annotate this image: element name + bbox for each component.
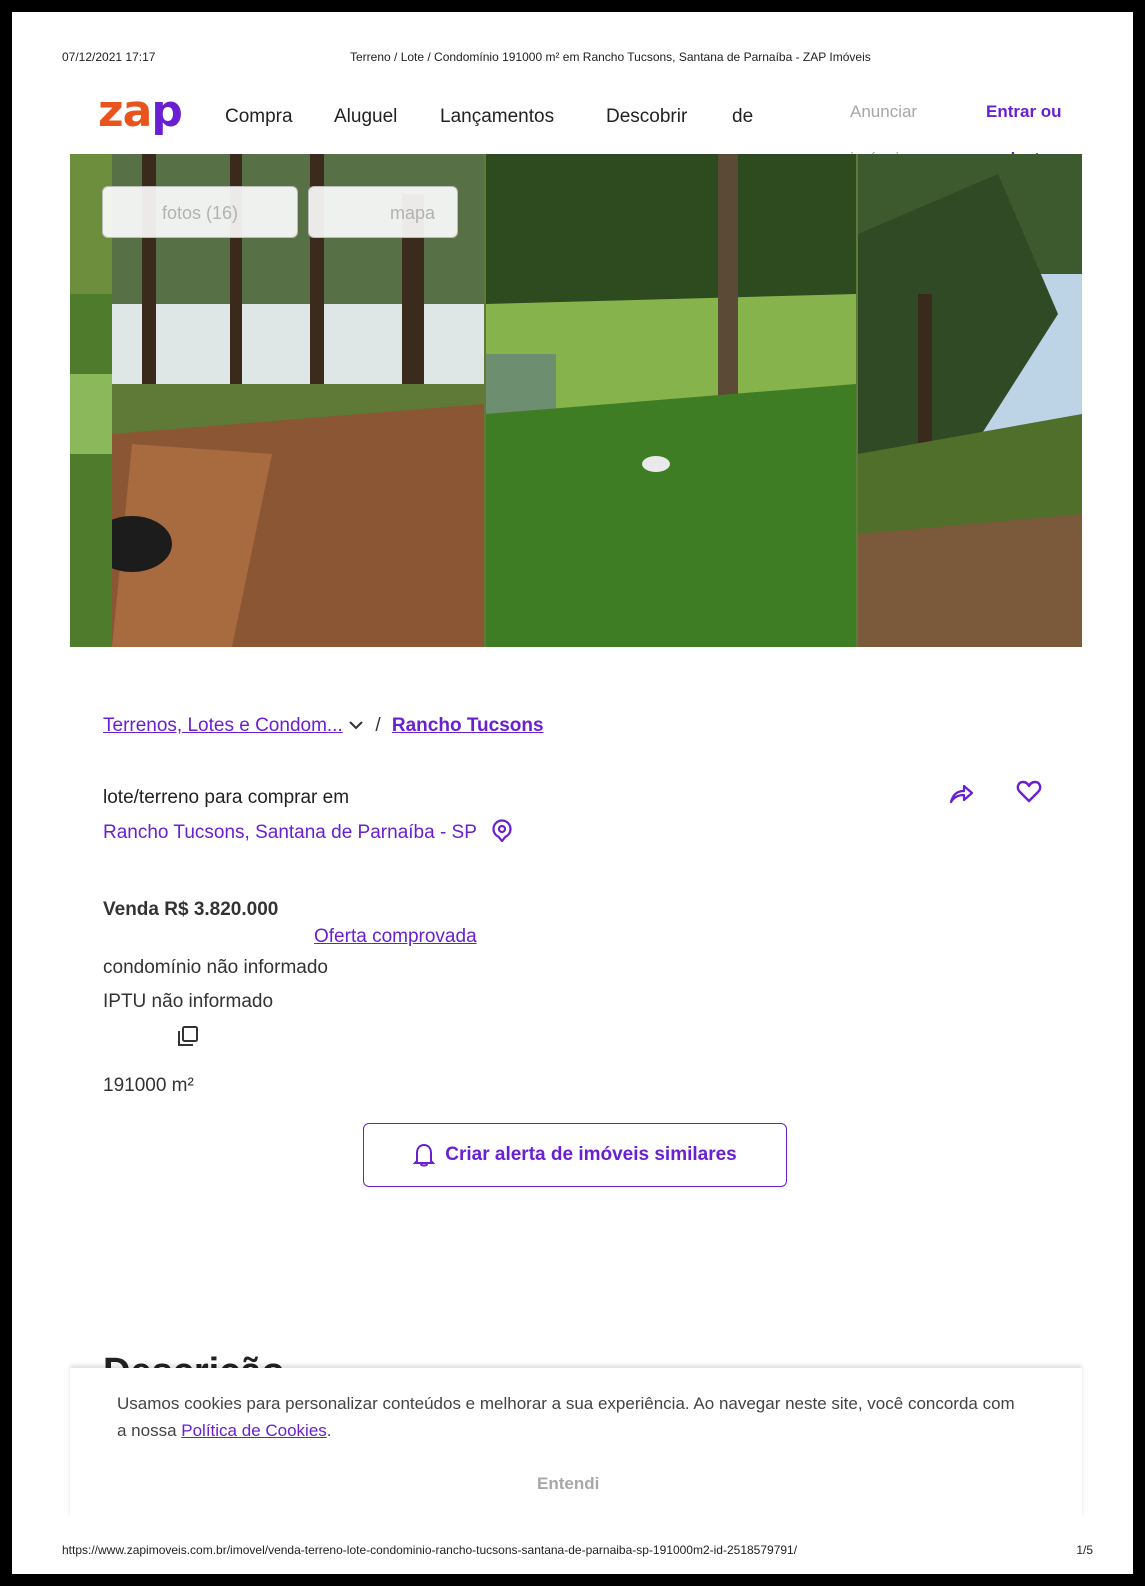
cookie-text: Usamos cookies para personalizar conteúd…	[117, 1390, 1017, 1444]
print-timestamp: 07/12/2021 17:17	[62, 50, 156, 64]
gallery-photo-2[interactable]	[486, 154, 856, 647]
print-page-number: 1/5	[1076, 1543, 1093, 1557]
price: Venda R$ 3.820.000	[103, 899, 279, 920]
nav-de[interactable]: de	[732, 106, 753, 128]
cookie-accept-button[interactable]: Entendi	[537, 1474, 599, 1494]
area-value: 191000 m²	[103, 1075, 194, 1096]
breadcrumb-separator: /	[375, 715, 381, 736]
anunciar-line1: Anunciar	[850, 102, 918, 121]
login-line1: Entrar ou	[986, 102, 1062, 121]
nav-descobrir[interactable]: Descobrir	[606, 106, 687, 128]
print-title: Terreno / Lote / Condomínio 191000 m² em…	[350, 50, 871, 64]
photos-button[interactable]: fotos (16)	[102, 186, 298, 238]
create-alert-button[interactable]: Criar alerta de imóveis similares	[363, 1123, 787, 1187]
cookie-text-end: .	[326, 1421, 332, 1440]
cookie-policy-link[interactable]: Política de Cookies	[181, 1421, 327, 1440]
logo-text-a: za	[98, 86, 152, 137]
listing-address[interactable]: Rancho Tucsons, Santana de Parnaíba - SP	[103, 818, 514, 844]
condo-fee: condomínio não informado	[103, 957, 328, 978]
nav-lancamentos[interactable]: Lançamentos	[440, 106, 554, 128]
location-pin-icon	[492, 819, 512, 843]
cookie-banner: Usamos cookies para personalizar conteúd…	[70, 1368, 1082, 1518]
nav-aluguel[interactable]: Aluguel	[334, 106, 397, 128]
print-footer: https://www.zapimoveis.com.br/imovel/ven…	[62, 1543, 1093, 1557]
nav-compra[interactable]: Compra	[225, 106, 293, 128]
map-button[interactable]: mapa	[308, 186, 458, 238]
breadcrumb-neighborhood[interactable]: Rancho Tucsons	[392, 715, 544, 736]
gallery-photo-3[interactable]	[858, 154, 1082, 647]
breadcrumb: Terrenos, Lotes e Condom... / Rancho Tuc…	[103, 713, 544, 739]
create-alert-label: Criar alerta de imóveis similares	[445, 1144, 737, 1165]
iptu-tax: IPTU não informado	[103, 991, 274, 1012]
page: 07/12/2021 17:17 Terreno / Lote / Condom…	[12, 12, 1133, 1574]
share-icon[interactable]	[948, 782, 974, 811]
area-icon	[176, 1024, 200, 1053]
address-text: Rancho Tucsons, Santana de Parnaíba - SP	[103, 822, 477, 843]
bell-icon	[413, 1143, 436, 1167]
chevron-down-icon[interactable]	[348, 715, 369, 736]
zap-logo[interactable]: zap	[98, 90, 183, 134]
favorite-heart-icon[interactable]	[1016, 780, 1042, 809]
listing-type: lote/terreno para comprar em	[103, 787, 350, 808]
logo-text-b: p	[151, 86, 182, 137]
verified-offer-link[interactable]: Oferta comprovada	[314, 926, 477, 948]
top-navigation: zap Compra Aluguel Lançamentos Descobrir…	[12, 76, 1133, 168]
breadcrumb-category[interactable]: Terrenos, Lotes e Condom...	[103, 715, 343, 736]
print-url: https://www.zapimoveis.com.br/imovel/ven…	[62, 1543, 798, 1557]
